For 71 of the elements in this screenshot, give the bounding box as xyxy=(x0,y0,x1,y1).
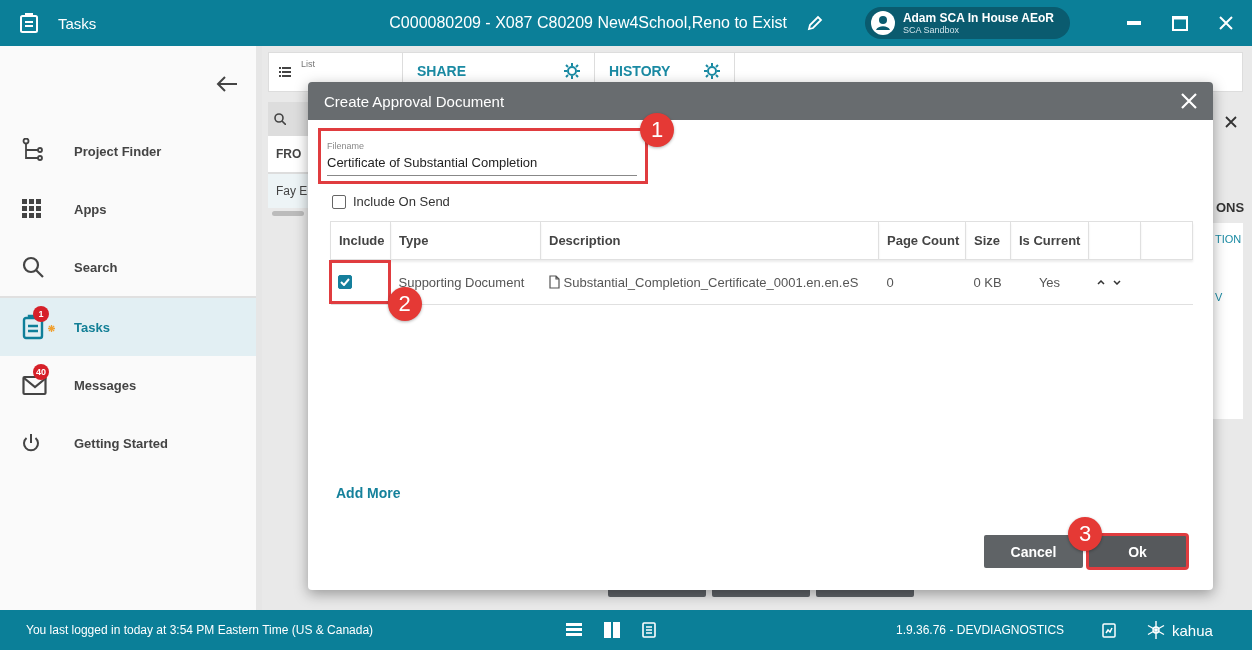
search-icon[interactable] xyxy=(274,113,286,125)
sidebar-item[interactable]: Apps xyxy=(0,180,256,238)
close-icon[interactable] xyxy=(1225,116,1237,128)
list-row[interactable]: Fay E xyxy=(268,174,308,208)
sidebar-item[interactable]: 1 Tasks xyxy=(0,296,256,356)
section-heading: ONS xyxy=(1215,200,1245,215)
scrollbar[interactable] xyxy=(272,211,304,216)
gear-icon[interactable] xyxy=(704,63,720,79)
filename-field[interactable]: Certificate of Substantial Completion xyxy=(327,153,637,176)
pencil-icon[interactable] xyxy=(806,15,823,31)
count-badge: 40 xyxy=(33,364,49,380)
field-label: Filename xyxy=(327,141,364,151)
sidebar-item[interactable]: Getting Started xyxy=(0,414,256,472)
snowflake-icon xyxy=(1146,620,1166,640)
sidebar-item[interactable]: Project Finder xyxy=(0,122,256,180)
document-icon[interactable] xyxy=(642,622,656,638)
sidebar-item[interactable]: Search xyxy=(0,238,256,296)
power-icon xyxy=(22,433,40,453)
project-title: C000080209 - X087 C80209 New4School,Reno to Exist xyxy=(388,14,787,32)
file-icon xyxy=(548,275,560,289)
step-number: 1 xyxy=(640,113,674,147)
item-label: Apps xyxy=(74,201,107,217)
user-pill[interactable]: Adam SCA In House AEoR SCA Sandbox xyxy=(864,7,1070,39)
column-header: Is Current xyxy=(1010,221,1089,260)
user-environment: SCA Sandbox xyxy=(902,25,960,35)
checkbox[interactable] xyxy=(332,194,346,209)
side-link[interactable]: TION xyxy=(1215,233,1242,245)
file-link[interactable]: Substantial_Completion_Certificate_0001.en.en.eS xyxy=(563,274,859,290)
user-name: Adam SCA In House AEoR xyxy=(902,11,1054,25)
count-badge: 1 xyxy=(33,306,49,322)
columns-icon[interactable] xyxy=(604,622,620,638)
down-caret-icon[interactable] xyxy=(1112,279,1121,285)
rows-icon[interactable] xyxy=(566,623,582,637)
up-caret-icon[interactable] xyxy=(1096,279,1105,285)
item-label: Search xyxy=(74,259,118,275)
sidebar-item[interactable]: 40 Messages xyxy=(0,356,256,414)
clipboard-icon xyxy=(20,13,38,33)
gear-icon[interactable] xyxy=(564,63,580,79)
back-arrow-icon[interactable] xyxy=(216,75,238,93)
brand-name: kahua xyxy=(1172,621,1213,639)
table-cell: 0 KB xyxy=(965,259,1011,305)
side-link[interactable]: V xyxy=(1215,291,1223,303)
add-more-link[interactable]: Add More xyxy=(336,485,401,501)
mail-icon xyxy=(22,374,48,396)
column-header: Page Count xyxy=(878,221,966,260)
checkbox-label: Include On Send xyxy=(353,194,450,209)
item-label: Tasks xyxy=(74,319,110,335)
tree-icon xyxy=(22,138,44,164)
item-label: Project Finder xyxy=(74,143,162,159)
column-header: Description xyxy=(540,221,879,260)
search-icon xyxy=(22,256,44,278)
maximize-icon[interactable] xyxy=(1172,15,1188,31)
item-label: Getting Started xyxy=(74,435,168,451)
checkbox[interactable] xyxy=(337,275,352,289)
step-number: 3 xyxy=(1068,517,1102,551)
column-header: FRO xyxy=(268,136,308,174)
table-cell: 0 xyxy=(878,259,966,305)
column-header: Type xyxy=(390,221,541,260)
avatar-icon xyxy=(870,11,895,35)
clipboard-chart-icon[interactable] xyxy=(1102,622,1116,638)
column-header: Size xyxy=(965,221,1011,260)
list-icon[interactable] xyxy=(279,67,291,77)
column-header: Include xyxy=(330,221,391,260)
table-cell: Yes xyxy=(1010,259,1089,305)
version-text: 1.9.36.76 - DEVDIAGNOSTICS xyxy=(896,623,1066,637)
last-login-text: You last logged in today at 3:54 PM Eastern Time (US & Canada) xyxy=(26,623,375,637)
item-label: Messages xyxy=(74,377,137,393)
dialog-title: Create Approval Document xyxy=(324,92,505,110)
list-label: List xyxy=(301,59,315,69)
window-title: Tasks xyxy=(58,14,98,32)
grid-icon xyxy=(22,199,42,219)
